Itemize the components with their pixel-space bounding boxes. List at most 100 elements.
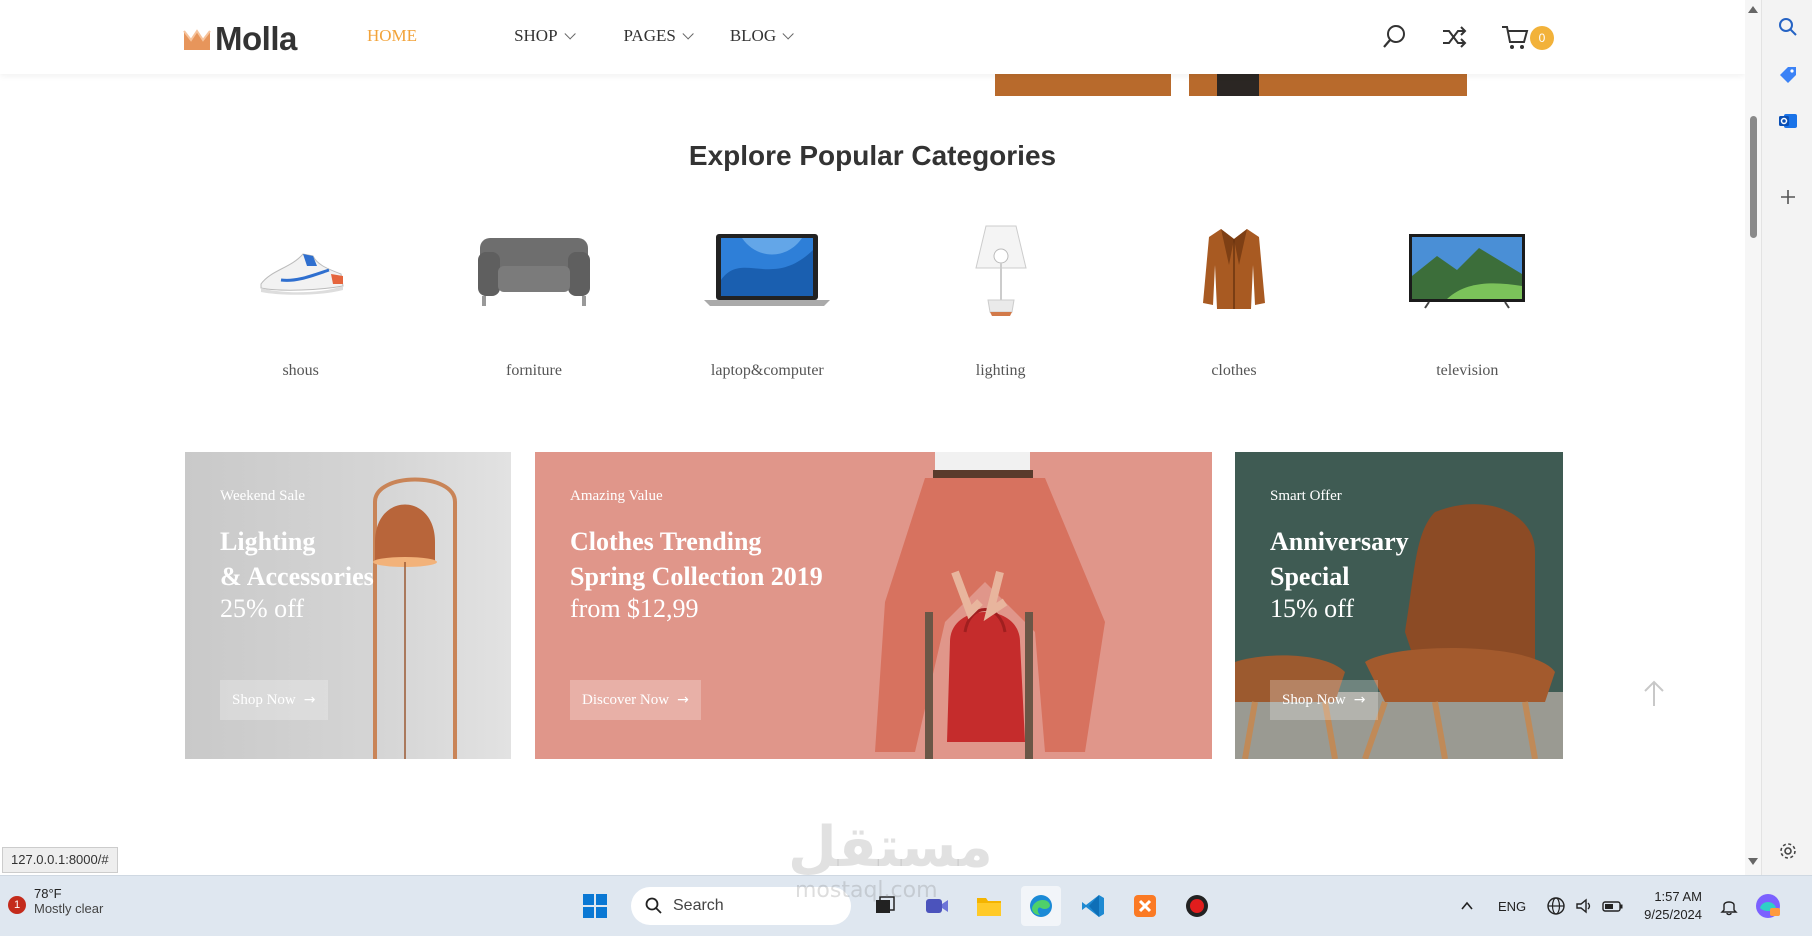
banner-clothes[interactable]: Amazing Value Clothes Trending Spring Co…	[535, 452, 1212, 759]
category-clothes[interactable]: clothes	[1117, 220, 1350, 385]
banner-offer: from $12,99	[570, 594, 699, 623]
start-button[interactable]	[575, 886, 615, 926]
scrollbar-thumb[interactable]	[1750, 116, 1757, 238]
categories-title: Explore Popular Categories	[688, 140, 1057, 171]
banner-subtitle: Weekend Sale	[220, 488, 306, 504]
sidebar-search-icon[interactable]	[1777, 16, 1799, 38]
hero-image-remnant	[995, 74, 1467, 96]
category-laptop-computer[interactable]: laptop&computer	[651, 220, 884, 385]
category-list: shous forniture laptop&computer lighting…	[184, 220, 1584, 385]
category-lighting[interactable]: lighting	[884, 220, 1117, 385]
logo-text: Molla	[215, 20, 297, 57]
banner-subtitle: Smart Offer	[1270, 488, 1342, 504]
shop-now-button[interactable]: Shop Now →	[220, 680, 328, 720]
armchair-image	[464, 220, 604, 320]
nav-shop[interactable]: SHOP	[514, 26, 576, 46]
category-label: laptop&computer	[710, 362, 824, 379]
banner-subtitle: Amazing Value	[570, 488, 663, 504]
main-nav: HOME SHOP PAGES BLOG	[367, 26, 842, 46]
lamp-image	[931, 220, 1071, 320]
category-label: clothes	[1211, 362, 1257, 379]
windows-taskbar: 1 78°F Mostly clear Search ENG 1:57 AM 9…	[0, 875, 1812, 936]
tv-image	[1397, 220, 1537, 320]
chevron-up-icon[interactable]	[1460, 899, 1474, 913]
xampp-icon	[1134, 895, 1156, 917]
site-logo[interactable]: Molla	[183, 20, 297, 58]
file-explorer-app[interactable]	[969, 886, 1009, 926]
banner-lighting[interactable]: Weekend Sale Lighting & Accessories 25% …	[185, 452, 511, 759]
logo-mark-icon	[183, 29, 211, 50]
search-icon[interactable]	[1380, 23, 1408, 51]
arrow-up-icon	[1644, 680, 1664, 706]
copilot-icon[interactable]	[1754, 892, 1782, 920]
taskbar-apps: Search	[575, 886, 1229, 926]
category-label: lighting	[975, 362, 1026, 379]
shop-now-label: Shop Now	[1282, 691, 1346, 708]
category-label: shous	[282, 362, 319, 379]
banner-offer: 25% off	[220, 594, 305, 623]
screen-recorder-app[interactable]	[1177, 886, 1217, 926]
nav-blog[interactable]: BLOG	[729, 26, 794, 46]
system-clock[interactable]: 1:57 AM 9/25/2024	[1644, 888, 1702, 924]
nav-home-label: HOME	[367, 26, 418, 45]
task-view-icon	[876, 896, 895, 913]
edge-browser-app[interactable]	[1021, 886, 1061, 926]
system-tray: ENG 1:57 AM 9/25/2024	[1460, 886, 1782, 926]
banner-title: Anniversary Special	[1270, 527, 1409, 591]
windows-logo-icon	[583, 894, 607, 918]
task-view-button[interactable]	[865, 886, 905, 926]
scroll-down-icon[interactable]	[1748, 858, 1758, 865]
chevron-down-icon	[782, 28, 794, 40]
speaker-icon[interactable]	[1574, 896, 1594, 916]
back-to-top-button[interactable]	[1624, 665, 1684, 720]
page-scrollbar[interactable]	[1745, 0, 1761, 875]
chevron-down-icon	[563, 28, 576, 40]
model-with-bag-image	[875, 452, 1105, 759]
globe-network-icon[interactable]	[1546, 896, 1566, 916]
taskbar-search[interactable]: Search	[631, 887, 851, 925]
discover-now-label: Discover Now	[582, 691, 670, 708]
vscode-app[interactable]	[1073, 886, 1113, 926]
copper-lamp-image	[373, 477, 457, 759]
shuffle-compare-icon[interactable]	[1440, 23, 1468, 51]
clock-time: 1:57 AM	[1654, 889, 1703, 904]
arrow-right-icon: →	[1353, 692, 1366, 708]
settings-gear-icon[interactable]	[1777, 840, 1799, 862]
language-indicator[interactable]: ENG	[1498, 899, 1526, 914]
category-television[interactable]: television	[1351, 220, 1584, 385]
cart-count-badge: 0	[1530, 26, 1554, 50]
discover-now-button[interactable]: Discover Now →	[570, 680, 701, 720]
teams-app[interactable]	[917, 886, 957, 926]
chevron-down-icon	[682, 28, 694, 40]
edge-browser-icon	[1030, 895, 1052, 917]
xampp-app[interactable]	[1125, 886, 1165, 926]
category-label: television	[1436, 362, 1499, 379]
add-icon[interactable]	[1777, 186, 1799, 208]
battery-icon[interactable]	[1602, 896, 1624, 916]
notification-bell-icon[interactable]	[1720, 896, 1738, 916]
nav-pages-label: PAGES	[623, 26, 676, 45]
search-icon	[645, 897, 662, 914]
nav-home[interactable]: HOME	[367, 26, 417, 46]
weather-temperature: 78°F	[34, 886, 62, 901]
category-forniture[interactable]: forniture	[417, 220, 650, 385]
shop-now-button[interactable]: Shop Now →	[1270, 680, 1378, 720]
shopping-tag-icon[interactable]	[1777, 64, 1799, 86]
weather-widget[interactable]: 1 78°F Mostly clear	[8, 886, 103, 916]
banner-title: Clothes Trending Spring Collection 2019	[570, 527, 823, 591]
cart-icon	[1502, 26, 1529, 49]
outlook-icon[interactable]	[1777, 110, 1799, 132]
banner-anniversary[interactable]: Smart Offer Anniversary Special 15% off …	[1235, 452, 1563, 759]
browser-side-panel	[1761, 0, 1812, 875]
banner-offer: 15% off	[1270, 594, 1355, 623]
category-label: forniture	[506, 362, 562, 379]
scroll-up-icon[interactable]	[1748, 6, 1758, 13]
cart-button[interactable]: 0	[1500, 22, 1560, 52]
arrow-right-icon: →	[303, 692, 316, 708]
shop-now-label: Shop Now	[232, 691, 296, 708]
category-shous[interactable]: shous	[184, 220, 417, 385]
header-actions: 0	[1380, 22, 1560, 52]
nav-pages[interactable]: PAGES	[623, 26, 694, 46]
clock-date: 9/25/2024	[1644, 907, 1703, 922]
nav-blog-label: BLOG	[729, 26, 777, 45]
